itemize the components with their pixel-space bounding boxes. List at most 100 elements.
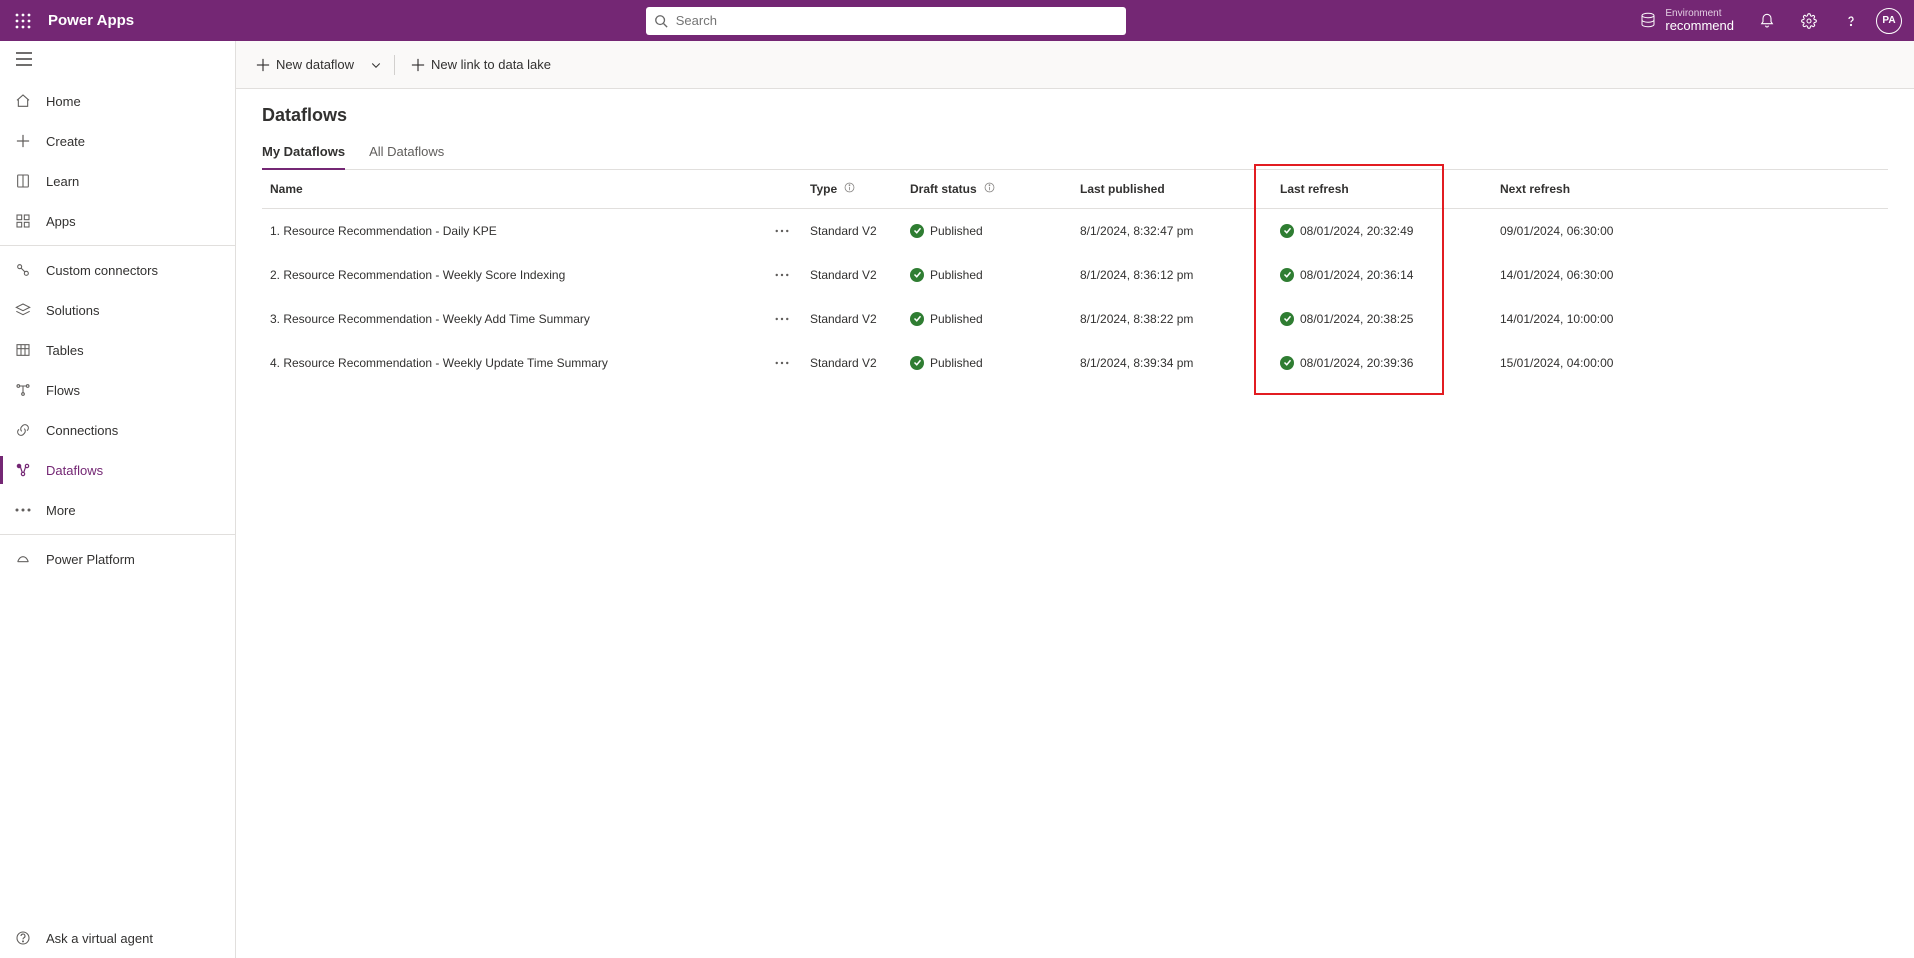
cell-published: 8/1/2024, 8:32:47 pm	[1072, 209, 1272, 254]
cmd-new-dataflow-dropdown[interactable]	[366, 49, 386, 81]
sidebar-item-custom-connectors[interactable]: Custom connectors	[0, 250, 235, 290]
check-icon	[1280, 224, 1294, 238]
page-title: Dataflows	[262, 105, 1888, 126]
table-row[interactable]: 4. Resource Recommendation - Weekly Upda…	[262, 341, 1888, 385]
info-icon[interactable]	[844, 182, 855, 193]
search-input[interactable]	[674, 7, 1118, 35]
cell-next-refresh: 14/01/2024, 10:00:00	[1492, 297, 1888, 341]
row-more-button[interactable]	[770, 307, 794, 331]
col-header-next-refresh[interactable]: Next refresh	[1492, 170, 1888, 209]
check-icon	[1280, 356, 1294, 370]
sidebar-item-label: Power Platform	[46, 552, 135, 567]
command-separator	[394, 55, 395, 75]
avatar-initials: PA	[1882, 15, 1895, 26]
tab-my-dataflows[interactable]: My Dataflows	[262, 136, 345, 169]
sidebar-item-create[interactable]: Create	[0, 121, 235, 161]
draft-status: Published	[910, 224, 983, 238]
sidebar-ask-agent[interactable]: Ask a virtual agent	[0, 918, 235, 958]
row-more-button[interactable]	[770, 351, 794, 375]
cell-published: 8/1/2024, 8:38:22 pm	[1072, 297, 1272, 341]
sidebar-toggle[interactable]	[0, 41, 235, 77]
sidebar-item-label: Dataflows	[46, 463, 103, 478]
waffle-icon	[15, 13, 31, 29]
last-refresh: 08/01/2024, 20:36:14	[1280, 268, 1413, 282]
question-icon	[1843, 13, 1859, 29]
chevron-down-icon	[370, 59, 382, 71]
tab-all-dataflows[interactable]: All Dataflows	[369, 136, 444, 169]
cell-type: Standard V2	[802, 297, 902, 341]
cmd-label: New dataflow	[276, 57, 354, 72]
apps-icon	[14, 213, 32, 229]
search-icon	[654, 14, 668, 28]
dataflows-table: Name Type Draft status	[262, 170, 1888, 385]
sidebar-item-tables[interactable]: Tables	[0, 330, 235, 370]
sidebar-item-label: Solutions	[46, 303, 99, 318]
sidebar-item-power-platform[interactable]: Power Platform	[0, 539, 235, 579]
col-header-last-refresh[interactable]: Last refresh	[1272, 170, 1492, 209]
settings-button[interactable]	[1790, 0, 1828, 41]
draft-status: Published	[910, 312, 983, 326]
cell-name: 4. Resource Recommendation - Weekly Upda…	[262, 341, 762, 385]
sidebar-item-label: Apps	[46, 214, 76, 229]
sidebar-item-label: Home	[46, 94, 81, 109]
environment-picker[interactable]: Environment recommend	[1629, 8, 1744, 33]
top-bar: Power Apps Environment recommend PA	[0, 0, 1914, 41]
sidebar-item-dataflows[interactable]: Dataflows	[0, 450, 235, 490]
info-icon[interactable]	[984, 182, 995, 193]
sidebar-item-flows[interactable]: Flows	[0, 370, 235, 410]
help-button[interactable]	[1832, 0, 1870, 41]
check-icon	[910, 356, 924, 370]
cell-name: 2. Resource Recommendation - Weekly Scor…	[262, 253, 762, 297]
sidebar-item-apps[interactable]: Apps	[0, 201, 235, 241]
cell-type: Standard V2	[802, 341, 902, 385]
draft-status: Published	[910, 356, 983, 370]
cell-next-refresh: 15/01/2024, 04:00:00	[1492, 341, 1888, 385]
search-box[interactable]	[646, 7, 1126, 35]
app-launcher-button[interactable]	[6, 0, 40, 41]
last-refresh: 08/01/2024, 20:38:25	[1280, 312, 1413, 326]
layers-icon	[14, 302, 32, 318]
dataflow-icon	[14, 462, 32, 478]
sidebar: Home CreateLearn Apps Custom connectors Solu…	[0, 41, 236, 958]
sidebar-item-label: More	[46, 503, 76, 518]
command-bar: New dataflow New link to data lake	[236, 41, 1914, 89]
sidebar-item-label: Flows	[46, 383, 80, 398]
sidebar-item-home[interactable]: Home	[0, 81, 235, 121]
cell-published: 8/1/2024, 8:36:12 pm	[1072, 253, 1272, 297]
sidebar-item-more[interactable]: More	[0, 490, 235, 530]
check-icon	[910, 268, 924, 282]
link-icon	[14, 422, 32, 438]
dots-icon	[775, 273, 789, 277]
bell-icon	[1759, 13, 1775, 29]
notifications-button[interactable]	[1748, 0, 1786, 41]
cmd-new-link-data-lake[interactable]: New link to data lake	[403, 49, 559, 81]
col-header-draft[interactable]: Draft status	[902, 170, 1072, 209]
tabs: My Dataflows All Dataflows	[262, 136, 1888, 170]
sidebar-item-connections[interactable]: Connections	[0, 410, 235, 450]
cmd-new-dataflow[interactable]: New dataflow	[248, 49, 362, 81]
sidebar-item-solutions[interactable]: Solutions	[0, 290, 235, 330]
last-refresh: 08/01/2024, 20:32:49	[1280, 224, 1413, 238]
table-row[interactable]: 2. Resource Recommendation - Weekly Scor…	[262, 253, 1888, 297]
dots-icon	[14, 508, 32, 512]
dots-icon	[775, 361, 789, 365]
cell-published: 8/1/2024, 8:39:34 pm	[1072, 341, 1272, 385]
draft-status: Published	[910, 268, 983, 282]
row-more-button[interactable]	[770, 219, 794, 243]
sidebar-item-learn[interactable]: Learn	[0, 161, 235, 201]
home-icon	[14, 93, 32, 109]
user-avatar[interactable]: PA	[1876, 8, 1902, 34]
chat-icon	[14, 930, 32, 946]
row-more-button[interactable]	[770, 263, 794, 287]
connector-icon	[14, 262, 32, 278]
check-icon	[1280, 312, 1294, 326]
table-row[interactable]: 3. Resource Recommendation - Weekly Add …	[262, 297, 1888, 341]
dots-icon	[775, 229, 789, 233]
plus-icon	[256, 58, 270, 72]
table-row[interactable]: 1. Resource Recommendation - Daily KPESt…	[262, 209, 1888, 254]
check-icon	[910, 312, 924, 326]
col-header-name[interactable]: Name	[262, 170, 762, 209]
cell-name: 1. Resource Recommendation - Daily KPE	[262, 209, 762, 254]
col-header-published[interactable]: Last published	[1072, 170, 1272, 209]
col-header-type[interactable]: Type	[802, 170, 902, 209]
